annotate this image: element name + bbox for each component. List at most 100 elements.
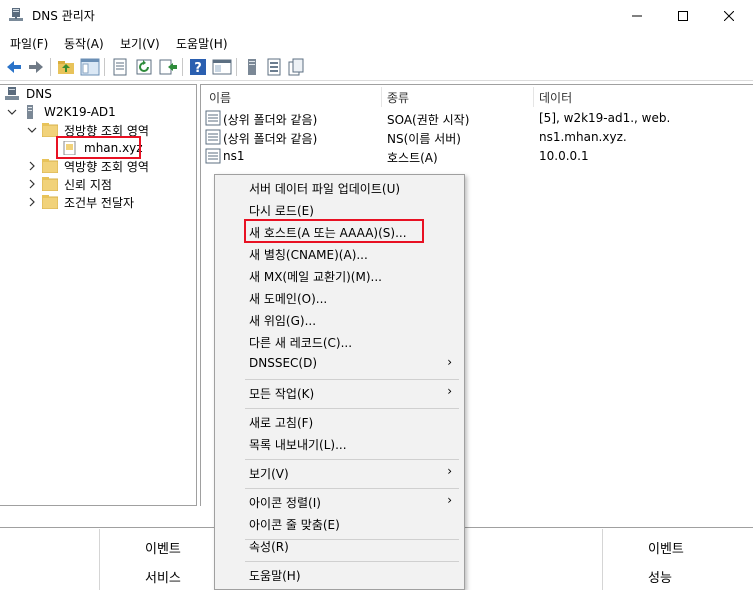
menu-item-label: 다른 새 레코드(C)... <box>249 336 353 350</box>
menu-item-new-domain[interactable]: 새 도메인(O)... <box>215 287 464 309</box>
cell-type: NS(이름 서버) <box>387 132 461 146</box>
zone-file-icon <box>63 141 76 155</box>
tree-node-conditional-forwarders[interactable]: 조건부 전달자 <box>26 193 134 211</box>
cell-name: (상위 폴더와 같음) <box>223 132 318 146</box>
collapsed-chevron-icon[interactable] <box>26 160 38 172</box>
title-bar: DNS 관리자 <box>0 0 753 31</box>
svg-text:?: ? <box>194 61 202 76</box>
submenu-arrow-icon: › <box>447 464 452 478</box>
menu-item-refresh[interactable]: 새로 고침(F) <box>215 411 464 433</box>
column-header-name[interactable]: 이름 <box>209 89 231 106</box>
menu-file[interactable]: 파일(F) <box>10 35 48 52</box>
toolbar: ? <box>0 53 753 81</box>
bottom-right-events[interactable]: 이벤트 <box>648 538 684 557</box>
menu-item-new-host[interactable]: 새 호스트(A 또는 AAAA)(S)... <box>215 221 464 243</box>
tree-node-trust-points[interactable]: 신뢰 지점 <box>26 175 112 193</box>
tree-label-trust-points: 신뢰 지점 <box>64 177 112 192</box>
forward-arrow-icon[interactable] <box>26 57 46 77</box>
menu-item-label: 도움말(H) <box>249 569 301 583</box>
cell-type: SOA(권한 시작) <box>387 113 470 127</box>
tree-node-forward-zone[interactable]: 정방향 조회 영역 <box>26 121 149 139</box>
tree-node-mhan-xyz[interactable]: mhan.xyz <box>62 139 143 157</box>
bottom-right-performance[interactable]: 성능 <box>648 567 672 586</box>
menu-item-line-up-icons[interactable]: 아이콘 줄 맞춤(E) <box>215 513 464 535</box>
window-title: DNS 관리자 <box>32 9 95 23</box>
menu-item-label: 모든 작업(K) <box>249 387 315 401</box>
maximize-button[interactable] <box>660 0 706 31</box>
menu-item-new-mx[interactable]: 새 MX(메일 교환기)(M)... <box>215 265 464 287</box>
column-header-type[interactable]: 종류 <box>387 89 409 106</box>
menu-item-dnssec[interactable]: DNSSEC(D) › <box>215 353 464 375</box>
menu-item-properties[interactable]: 속성(R) <box>215 535 464 557</box>
tree-label-server: W2K19-AD1 <box>44 105 116 119</box>
menu-item-label: 목록 내보내기(L)... <box>249 438 347 452</box>
export-list-icon[interactable] <box>158 57 178 77</box>
bottom-left-services[interactable]: 서비스 <box>145 567 181 586</box>
minimize-button[interactable] <box>614 0 660 31</box>
submenu-arrow-icon: › <box>447 384 452 398</box>
menu-item-reload[interactable]: 다시 로드(E) <box>215 199 464 221</box>
submenu-arrow-icon: › <box>447 493 452 507</box>
cell-data: [5], w2k19-ad1., web. <box>539 111 671 125</box>
tree-node-reverse-zone[interactable]: 역방향 조회 영역 <box>26 157 149 175</box>
menu-item-help[interactable]: 도움말(H) <box>215 564 464 586</box>
menu-item-other-new-records[interactable]: 다른 새 레코드(C)... <box>215 331 464 353</box>
context-menu: 서버 데이터 파일 업데이트(U) 다시 로드(E) 새 호스트(A 또는 AA… <box>214 174 465 590</box>
menu-item-label: 속성(R) <box>249 540 289 554</box>
tree-node-server[interactable]: W2K19-AD1 <box>6 103 116 121</box>
menu-help[interactable]: 도움말(H) <box>176 35 228 52</box>
menu-item-label: 새 호스트(A 또는 AAAA)(S)... <box>249 226 407 240</box>
maximize-icon <box>678 10 688 21</box>
menu-action[interactable]: 동작(A) <box>64 35 104 52</box>
menu-item-update-server-data-file[interactable]: 서버 데이터 파일 업데이트(U) <box>215 177 464 199</box>
bottom-left-events[interactable]: 이벤트 <box>145 538 181 557</box>
back-arrow-icon[interactable] <box>4 57 24 77</box>
refresh-icon[interactable] <box>134 57 154 77</box>
menu-item-export-list[interactable]: 목록 내보내기(L)... <box>215 433 464 455</box>
console-tree-icon[interactable] <box>212 57 232 77</box>
folder-icon <box>42 195 58 209</box>
menu-item-all-tasks[interactable]: 모든 작업(K) › <box>215 382 464 404</box>
menu-item-label: 아이콘 정렬(I) <box>249 496 321 510</box>
record-icon <box>205 129 221 145</box>
column-header-data[interactable]: 데이터 <box>539 89 572 106</box>
records-list-icon[interactable] <box>264 57 284 77</box>
menu-item-label: 새 도메인(O)... <box>249 292 328 306</box>
cell-data: 10.0.0.1 <box>539 149 589 163</box>
cell-name: ns1 <box>223 149 245 163</box>
table-row[interactable]: ns1 호스트(A) 10.0.0.1 <box>205 147 745 166</box>
tree-label-dns: DNS <box>26 87 52 101</box>
properties-sheet-icon[interactable] <box>110 57 130 77</box>
folder-icon <box>42 159 58 173</box>
copy-record-icon[interactable] <box>286 57 306 77</box>
menu-item-label: DNSSEC(D) <box>249 356 318 370</box>
menu-view[interactable]: 보기(V) <box>120 35 160 52</box>
collapsed-chevron-icon[interactable] <box>26 196 38 208</box>
show-hide-tree-icon[interactable] <box>80 57 100 77</box>
table-row[interactable]: (상위 폴더와 같음) NS(이름 서버) ns1.mhan.xyz. <box>205 128 745 147</box>
server-icon[interactable] <box>242 57 262 77</box>
tree-label-reverse-zone: 역방향 조회 영역 <box>64 159 149 174</box>
expanded-chevron-icon[interactable] <box>26 124 38 136</box>
cell-data: ns1.mhan.xyz. <box>539 130 627 144</box>
folder-icon <box>42 177 58 191</box>
dns-manager-icon <box>9 8 23 21</box>
expanded-chevron-icon[interactable] <box>6 106 18 118</box>
collapsed-chevron-icon[interactable] <box>26 178 38 190</box>
menu-item-new-delegation[interactable]: 새 위임(G)... <box>215 309 464 331</box>
menu-item-label: 아이콘 줄 맞춤(E) <box>249 518 340 532</box>
menu-item-arrange-icons[interactable]: 아이콘 정렬(I) › <box>215 491 464 513</box>
table-row[interactable]: (상위 폴더와 같음) SOA(권한 시작) [5], w2k19-ad1., … <box>205 109 745 128</box>
tree-label-mhan-xyz: mhan.xyz <box>84 141 143 155</box>
help-icon[interactable]: ? <box>188 57 208 77</box>
record-icon <box>205 148 221 164</box>
cell-name: (상위 폴더와 같음) <box>223 113 318 127</box>
up-folder-icon[interactable] <box>56 57 76 77</box>
menu-item-new-alias[interactable]: 새 별칭(CNAME)(A)... <box>215 243 464 265</box>
close-icon <box>724 10 734 21</box>
close-button[interactable] <box>706 0 752 31</box>
menu-bar: 파일(F) 동작(A) 보기(V) 도움말(H) <box>0 31 753 53</box>
cell-type: 호스트(A) <box>387 151 438 165</box>
menu-item-view[interactable]: 보기(V) › <box>215 462 464 484</box>
tree-node-dns[interactable]: DNS <box>4 85 52 103</box>
